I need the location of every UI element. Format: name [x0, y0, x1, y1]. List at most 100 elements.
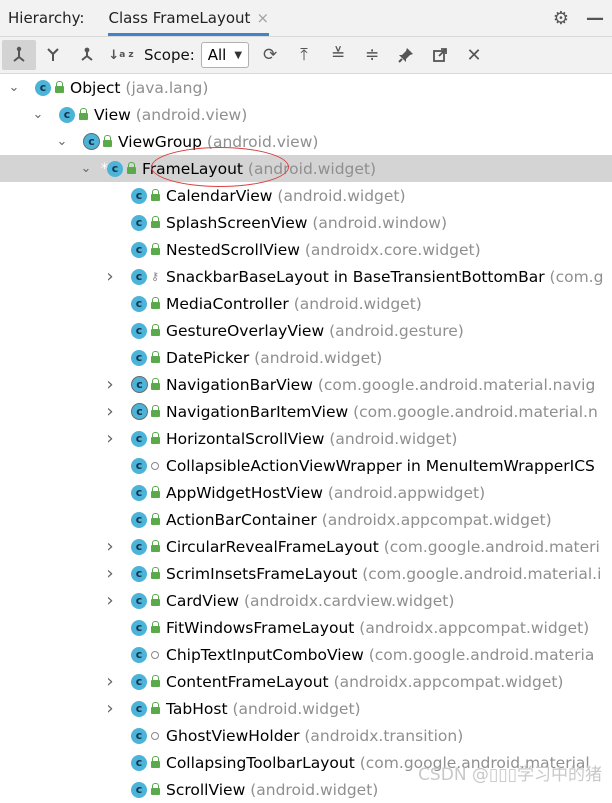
- package-private-visibility-icon: [150, 649, 160, 661]
- public-visibility-icon: [150, 324, 160, 337]
- chevron-right-icon[interactable]: ›: [103, 536, 117, 557]
- hide-panel-icon[interactable]: —: [578, 8, 612, 29]
- chevron-right-icon[interactable]: ›: [103, 563, 117, 584]
- tree-row[interactable]: c AppWidgetHostView (android.appwidget): [0, 479, 612, 506]
- chevron-down-icon[interactable]: ⌄: [31, 107, 45, 122]
- row-label: CircularRevealFrameLayout (com.google.an…: [166, 538, 600, 556]
- close-icon[interactable]: ✕: [457, 40, 491, 70]
- tree-row[interactable]: c NestedScrollView (androidx.core.widget): [0, 236, 612, 263]
- tree-row[interactable]: › c ⚷ SnackbarBaseLayout in BaseTransientBo…: [0, 263, 612, 290]
- tree-row[interactable]: ⌄ * c FrameLayout (android.widget): [0, 147, 612, 187]
- tree-row[interactable]: › c TabHost (android.widget): [0, 695, 612, 722]
- class-icon: c: [131, 781, 147, 798]
- class-icon: c: [131, 700, 147, 717]
- chevron-down-icon[interactable]: ⌄: [55, 134, 69, 149]
- tree-row[interactable]: › c HorizontalScrollView (android.widget): [0, 425, 612, 452]
- class-name: ActionBarContainer: [166, 510, 317, 529]
- open-in-new-window-icon[interactable]: [423, 40, 457, 70]
- tree-row[interactable]: › c ScrimInsetsFrameLayout (com.google.and…: [0, 560, 612, 587]
- supertypes-hierarchy-icon[interactable]: [36, 40, 70, 70]
- class-name: GestureOverlayView: [166, 321, 325, 340]
- subtypes-hierarchy-icon[interactable]: [2, 40, 36, 70]
- class-name: CalendarView: [166, 186, 273, 205]
- tree-row[interactable]: ⌄ c ViewGroup (android.view): [0, 128, 612, 155]
- public-visibility-icon: [150, 243, 160, 256]
- scope-select[interactable]: All ▼: [200, 42, 250, 68]
- class-icon: c: [131, 538, 147, 555]
- package-name: (androidx.appcompat.widget): [354, 618, 590, 637]
- class-icon: c: [131, 430, 147, 447]
- abstract-class-icon: c: [83, 133, 100, 150]
- public-visibility-icon: [150, 432, 160, 445]
- tree-row[interactable]: › c ContentFrameLayout (androidx.appcompat…: [0, 668, 612, 695]
- class-icon: c: [131, 592, 147, 609]
- chevron-right-icon[interactable]: ›: [103, 401, 117, 422]
- tree-row[interactable]: ⌄ c View (android.view): [0, 101, 612, 128]
- settings-gear-icon[interactable]: ⚙: [544, 8, 578, 29]
- class-icon: c: [131, 349, 147, 366]
- class-name: ContentFrameLayout: [166, 672, 329, 691]
- tree-row[interactable]: c CalendarView (android.widget): [0, 182, 612, 209]
- tree-row[interactable]: c DatePicker (android.widget): [0, 344, 612, 371]
- chevron-right-icon[interactable]: ›: [103, 374, 117, 395]
- class-name: DatePicker: [166, 348, 250, 367]
- tree-row[interactable]: ⌄ c Object (java.lang): [0, 74, 612, 101]
- chevron-right-icon[interactable]: ›: [103, 698, 117, 719]
- pin-icon[interactable]: [389, 40, 423, 70]
- tree-row[interactable]: › c CircularRevealFrameLayout (com.google.…: [0, 533, 612, 560]
- tab-class-framelayout[interactable]: Class FrameLayout ×: [108, 0, 270, 36]
- tree-row[interactable]: c ChipTextInputComboView (com.google.andr…: [0, 641, 612, 668]
- public-visibility-icon: [150, 297, 160, 310]
- tree-row[interactable]: c FitWindowsFrameLayout (androidx.appcomp…: [0, 614, 612, 641]
- tab-close-icon[interactable]: ×: [256, 9, 269, 27]
- tree-row[interactable]: › c NavigationBarItemView (com.google.andr…: [0, 398, 612, 425]
- class-icon: c: [131, 673, 147, 690]
- row-label: View (android.view): [94, 106, 247, 124]
- row-label: Object (java.lang): [70, 79, 208, 97]
- tree-row[interactable]: c GestureOverlayView (android.gesture): [0, 317, 612, 344]
- public-visibility-icon: [150, 216, 160, 229]
- tree-row[interactable]: c ActionBarContainer (androidx.appcompat.…: [0, 506, 612, 533]
- row-label: ChipTextInputComboView (com.google.andro…: [166, 646, 594, 664]
- class-icon: c: [131, 187, 147, 204]
- class-name: CardView: [166, 591, 240, 610]
- package-name: (android.widget): [272, 186, 406, 205]
- hierarchy-tree: ⌄ c Object (java.lang) ⌄ c View (android.view…: [0, 74, 612, 803]
- class-name: CircularRevealFrameLayout: [166, 537, 379, 556]
- sort-alphabetically-icon[interactable]: ↓ a z: [104, 40, 138, 70]
- tree-row[interactable]: › c CardView (androidx.cardview.widget): [0, 587, 612, 614]
- expand-all-icon[interactable]: ≚: [321, 40, 355, 70]
- tree-row[interactable]: c MediaController (android.widget): [0, 290, 612, 317]
- class-icon: c: [107, 160, 123, 177]
- class-icon: c: [131, 322, 147, 339]
- chevron-right-icon[interactable]: ›: [103, 266, 117, 287]
- tree-row[interactable]: c GhostViewHolder (androidx.transition): [0, 722, 612, 749]
- package-name: (androidx.core.widget): [299, 240, 481, 259]
- row-label: SnackbarBaseLayout in BaseTransientBotto…: [166, 268, 603, 286]
- abstract-class-icon: c: [131, 403, 148, 420]
- class-name: ChipTextInputComboView: [166, 645, 364, 664]
- tree-row[interactable]: c SplashScreenView (android.window): [0, 209, 612, 236]
- package-private-visibility-icon: [150, 460, 160, 472]
- autoscroll-to-source-icon[interactable]: ⤒: [287, 40, 321, 70]
- collapse-all-icon[interactable]: ≑: [355, 40, 389, 70]
- row-label: DatePicker (android.widget): [166, 349, 382, 367]
- tab-title: Class FrameLayout: [108, 9, 251, 27]
- tree-row[interactable]: c CollapsibleActionViewWrapper in MenuIte…: [0, 452, 612, 479]
- row-label: ActionBarContainer (androidx.appcompat.w…: [166, 511, 552, 529]
- class-name: NestedScrollView: [166, 240, 300, 259]
- class-name: SplashScreenView: [166, 213, 308, 232]
- chevron-right-icon[interactable]: ›: [103, 671, 117, 692]
- chevron-down-icon[interactable]: ⌄: [79, 161, 93, 176]
- chevron-right-icon[interactable]: ›: [103, 428, 117, 449]
- public-visibility-icon: [78, 108, 88, 121]
- tree-row[interactable]: › c NavigationBarView (com.google.android.…: [0, 371, 612, 398]
- chevron-down-icon[interactable]: ⌄: [7, 80, 21, 95]
- class-hierarchy-icon[interactable]: [70, 40, 104, 70]
- package-name: (android.widget): [324, 429, 458, 448]
- refresh-icon[interactable]: ⟳: [253, 40, 287, 70]
- class-name: SnackbarBaseLayout in BaseTransientBotto…: [166, 267, 545, 286]
- package-name: (android.view): [201, 132, 319, 151]
- class-name: HorizontalScrollView: [166, 429, 325, 448]
- chevron-right-icon[interactable]: ›: [103, 590, 117, 611]
